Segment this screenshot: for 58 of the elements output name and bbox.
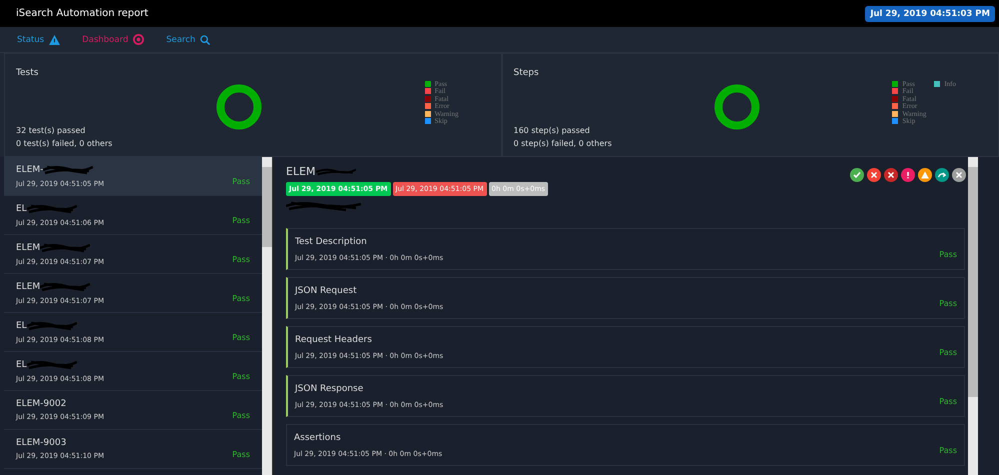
- curved-arrow-icon: [938, 171, 946, 179]
- test-name: ELEM-9002: [16, 399, 66, 409]
- passed-summary: 160 step(s) passed: [514, 126, 591, 135]
- warning-icon: [49, 34, 60, 44]
- cross-icon: [870, 171, 878, 179]
- step-status: Pass: [939, 250, 957, 258]
- test-name: ELEM: [16, 243, 40, 253]
- scrollbar[interactable]: [968, 157, 978, 475]
- skip-filter-button[interactable]: [935, 168, 949, 182]
- step-title: JSON Request: [295, 286, 358, 296]
- panel-title: Steps: [514, 68, 540, 78]
- close-filter-button[interactable]: [952, 168, 966, 182]
- cross-icon: [887, 171, 895, 179]
- cross-filter-button[interactable]: [867, 168, 881, 182]
- warning-icon: [921, 171, 929, 179]
- target-icon: [133, 34, 144, 45]
- test-name: ELEM: [16, 282, 40, 292]
- step-title: Request Headers: [295, 334, 373, 344]
- test-status: Pass: [232, 176, 250, 186]
- nav-link[interactable]: Search: [166, 34, 210, 44]
- exclaim-filter-button[interactable]: [901, 168, 915, 182]
- failed-summary: 0 step(s) failed, 0 others: [514, 139, 613, 148]
- test-status: Pass: [232, 332, 250, 342]
- test-status: Pass: [232, 450, 250, 458]
- timestamp-badge: Jul 29, 2019 04:51:03 PM: [865, 6, 995, 22]
- step-title: Test Description: [295, 236, 368, 246]
- test-name: EL: [16, 360, 27, 370]
- passed-summary: 32 test(s) passed: [16, 126, 86, 135]
- step-title: JSON Response: [295, 384, 364, 394]
- report-title: iSearch Automation report: [16, 8, 148, 19]
- test-status: Pass: [232, 216, 250, 224]
- test-name: EL: [16, 204, 27, 214]
- test-status: Pass: [232, 294, 250, 302]
- exclamation-icon: [904, 171, 912, 179]
- step-status: Pass: [939, 446, 957, 454]
- donut-drawing: [216, 84, 262, 130]
- step-status: Pass: [939, 396, 957, 406]
- cross-filter-button[interactable]: [884, 168, 898, 182]
- panel-title: Tests: [16, 68, 40, 78]
- test-name: ELEM-: [16, 165, 44, 175]
- failed-summary: 0 test(s) failed, 0 others: [16, 139, 114, 148]
- test-status: Pass: [232, 254, 250, 264]
- search-icon: [200, 34, 210, 44]
- step-status: Pass: [939, 348, 957, 356]
- check-filter-button[interactable]: [850, 168, 864, 182]
- scrollbar[interactable]: [262, 157, 272, 475]
- nav-link[interactable]: Status: [17, 34, 60, 44]
- test-detail-title: ELEM: [286, 165, 316, 178]
- test-name: EL: [16, 321, 27, 331]
- test-status: Pass: [232, 410, 250, 420]
- test-status: Pass: [232, 372, 250, 380]
- check-icon: [853, 171, 861, 179]
- close-icon: [955, 171, 963, 179]
- step-title: Assertions: [294, 432, 342, 442]
- warning-filter-button[interactable]: [918, 168, 932, 182]
- step-status: Pass: [939, 298, 957, 308]
- donut-drawing: [714, 84, 760, 130]
- test-name: ELEM-9003: [16, 438, 66, 448]
